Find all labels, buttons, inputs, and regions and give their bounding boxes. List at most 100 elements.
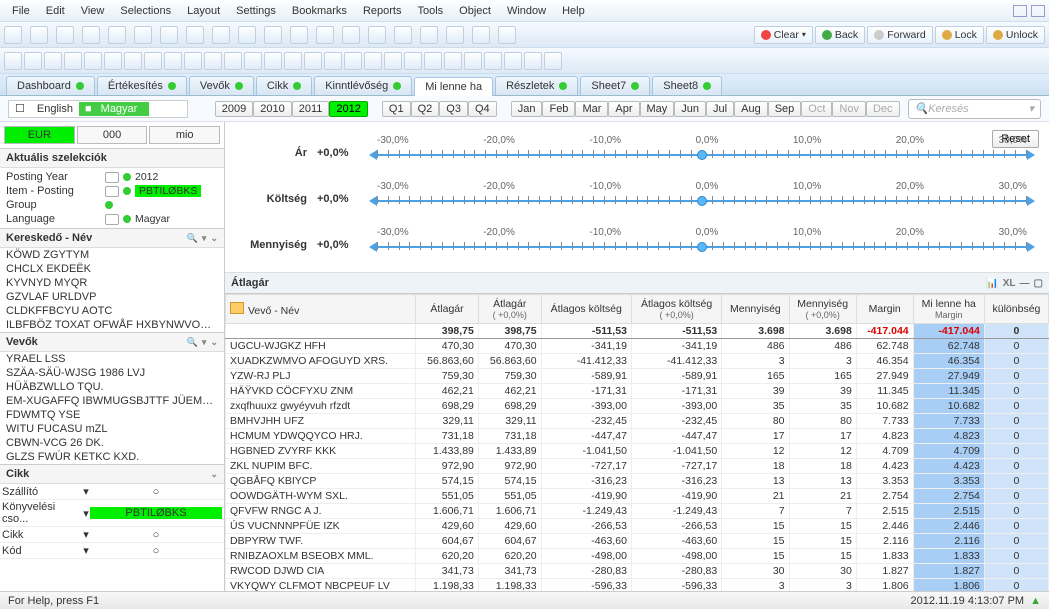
- chart-icon[interactable]: 📊: [986, 278, 998, 289]
- tab-Részletek[interactable]: Részletek: [495, 76, 578, 95]
- tb-btn[interactable]: [484, 52, 502, 70]
- menu-edit[interactable]: Edit: [38, 3, 73, 19]
- tb-btn[interactable]: [184, 52, 202, 70]
- unlock-button[interactable]: Unlock: [986, 26, 1045, 44]
- vevok-item[interactable]: YRAEL LSS: [0, 352, 224, 366]
- tb-btn[interactable]: [316, 26, 334, 44]
- search-input[interactable]: 🔍 Keresés: [908, 99, 1042, 119]
- m-Nov[interactable]: Nov: [832, 101, 866, 117]
- tab-Cikk[interactable]: Cikk: [256, 76, 312, 95]
- table-row[interactable]: UGCU-WJGKZ HFH470,30470,30-341,19-341,19…: [226, 339, 1049, 354]
- cikk-row[interactable]: Cikk▾○: [0, 527, 224, 543]
- table-row[interactable]: DBPYRW TWF.604,67604,67-463,60-463,60151…: [226, 534, 1049, 549]
- tb-btn[interactable]: [84, 52, 102, 70]
- lock-button[interactable]: Lock: [935, 26, 984, 44]
- m-Apr[interactable]: Apr: [608, 101, 639, 117]
- cikk-row[interactable]: Szállító▾○: [0, 484, 224, 500]
- sel-row[interactable]: Item - PostingPBTILØBKS: [6, 184, 218, 198]
- tb-btn[interactable]: [304, 52, 322, 70]
- tb-btn[interactable]: [108, 26, 126, 44]
- tb-btn[interactable]: [134, 26, 152, 44]
- clear-button[interactable]: Clear▾: [754, 26, 813, 44]
- tab-Vevők[interactable]: Vevők: [189, 76, 254, 95]
- table-row[interactable]: QFVFW RNGC A J.1.606,711.606,71-1.249,43…: [226, 504, 1049, 519]
- vevok-item[interactable]: HÜÄBZWLLO TQU.: [0, 380, 224, 394]
- cikk-row[interactable]: Könyvelési cso...▾PBTILØBKS: [0, 500, 224, 527]
- tab-Sheet8[interactable]: Sheet8: [652, 76, 722, 95]
- tb-btn[interactable]: [264, 52, 282, 70]
- tb-btn[interactable]: [364, 52, 382, 70]
- menu-bookmarks[interactable]: Bookmarks: [284, 3, 355, 19]
- tb-btn[interactable]: [4, 52, 22, 70]
- menu-selections[interactable]: Selections: [112, 3, 179, 19]
- m-Sep[interactable]: Sep: [768, 101, 802, 117]
- m-Jul[interactable]: Jul: [706, 101, 734, 117]
- slider-Mennyiség[interactable]: Mennyiség+0,0%-30,0%-20,0%-10,0%0,0%10,0…: [237, 222, 1037, 268]
- tb-btn[interactable]: [464, 52, 482, 70]
- table-row[interactable]: ÚS VUCNNNPFÜE IZK429,60429,60-266,53-266…: [226, 519, 1049, 534]
- tb-btn[interactable]: [290, 26, 308, 44]
- tb-btn[interactable]: [504, 52, 522, 70]
- keresk-item[interactable]: CLDKFFBCYU AOTC: [0, 304, 224, 318]
- tab-Kinntlévőség[interactable]: Kinntlévőség: [314, 76, 412, 95]
- tb-btn[interactable]: [394, 26, 412, 44]
- slider-Ár[interactable]: Ár+0,0%-30,0%-20,0%-10,0%0,0%10,0%20,0%3…: [237, 130, 1037, 176]
- keresk-item[interactable]: KÖWD ZGYTYM: [0, 248, 224, 262]
- tab-Sheet7[interactable]: Sheet7: [580, 76, 650, 95]
- tb-btn[interactable]: [446, 26, 464, 44]
- table-row[interactable]: OOWDGÄTH-WYM SXL.551,05551,05-419,90-419…: [226, 489, 1049, 504]
- keresk-item[interactable]: CHCLX EKDEËK: [0, 262, 224, 276]
- vevok-item[interactable]: WITU FUCASU mZL: [0, 422, 224, 436]
- tb-btn[interactable]: [420, 26, 438, 44]
- tb-btn[interactable]: [284, 52, 302, 70]
- tb-btn[interactable]: [342, 26, 360, 44]
- menu-object[interactable]: Object: [451, 3, 499, 19]
- m-Mar[interactable]: Mar: [575, 101, 608, 117]
- m-Aug[interactable]: Aug: [734, 101, 768, 117]
- cur-mio[interactable]: mio: [149, 126, 220, 144]
- tab-Dashboard[interactable]: Dashboard: [6, 76, 95, 95]
- tb-btn[interactable]: [444, 52, 462, 70]
- search-icon[interactable]: 🔍: [187, 337, 198, 348]
- keresk-item[interactable]: ILBFBÖZ TOXAT OFWÅF HXBYNWVORSNNW: [0, 318, 224, 332]
- menu-settings[interactable]: Settings: [228, 3, 284, 19]
- tb-btn[interactable]: [498, 26, 516, 44]
- q-Q3[interactable]: Q3: [439, 101, 468, 117]
- language-selector[interactable]: ☐English ■ Magyar: [8, 100, 188, 118]
- m-Jan[interactable]: Jan: [511, 101, 543, 117]
- vevok-item[interactable]: CBWN-VCG 26 DK.: [0, 436, 224, 450]
- excel-icon[interactable]: XL: [1003, 278, 1016, 289]
- m-Oct[interactable]: Oct: [801, 101, 832, 117]
- cur-000[interactable]: 000: [77, 126, 148, 144]
- tb-btn[interactable]: [4, 26, 22, 44]
- data-grid[interactable]: Vevő - NévÁtlagárÁtlagár( +0,0%)Átlagos …: [225, 294, 1049, 591]
- slider-Költség[interactable]: Költség+0,0%-30,0%-20,0%-10,0%0,0%10,0%2…: [237, 176, 1037, 222]
- m-Jun[interactable]: Jun: [674, 101, 706, 117]
- close-button[interactable]: [1031, 5, 1045, 17]
- back-button[interactable]: Back: [815, 26, 865, 44]
- table-row[interactable]: HÄŸVKD CÖCFYXU ZNM462,21462,21-171,31-17…: [226, 384, 1049, 399]
- tb-btn[interactable]: [124, 52, 142, 70]
- menu-tools[interactable]: Tools: [409, 3, 451, 19]
- forward-button[interactable]: Forward: [867, 26, 933, 44]
- sel-row[interactable]: Posting Year2012: [6, 170, 218, 184]
- tb-btn[interactable]: [64, 52, 82, 70]
- vevok-item[interactable]: FDWMTQ YSE: [0, 408, 224, 422]
- vevok-item[interactable]: EM-XUGAFFQ IBWMUGSBJTTF JÜEMXCJIBÉO KPP: [0, 394, 224, 408]
- table-row[interactable]: BMHVJHH UFZ329,11329,11-232,45-232,45808…: [226, 414, 1049, 429]
- tb-btn[interactable]: [244, 52, 262, 70]
- year-2009[interactable]: 2009: [215, 101, 253, 117]
- m-Dec[interactable]: Dec: [866, 101, 900, 117]
- tb-btn[interactable]: [24, 52, 42, 70]
- table-row[interactable]: VKYQWY CLFMOT NBCPEUF LV1.198,331.198,33…: [226, 579, 1049, 592]
- table-row[interactable]: RNIBZAOXLM BSEOBX MML.620,20620,20-498,0…: [226, 549, 1049, 564]
- q-Q1[interactable]: Q1: [382, 101, 411, 117]
- cikk-row[interactable]: Kód▾○: [0, 543, 224, 559]
- q-Q2[interactable]: Q2: [411, 101, 440, 117]
- keresk-item[interactable]: KYVNYD MYQR: [0, 276, 224, 290]
- sel-row[interactable]: Group: [6, 198, 218, 212]
- tb-btn[interactable]: [472, 26, 490, 44]
- search-icon[interactable]: 🔍: [187, 233, 198, 244]
- sel-row[interactable]: LanguageMagyar: [6, 212, 218, 226]
- table-row[interactable]: ZKL NUPIM BFC.972,90972,90-727,17-727,17…: [226, 459, 1049, 474]
